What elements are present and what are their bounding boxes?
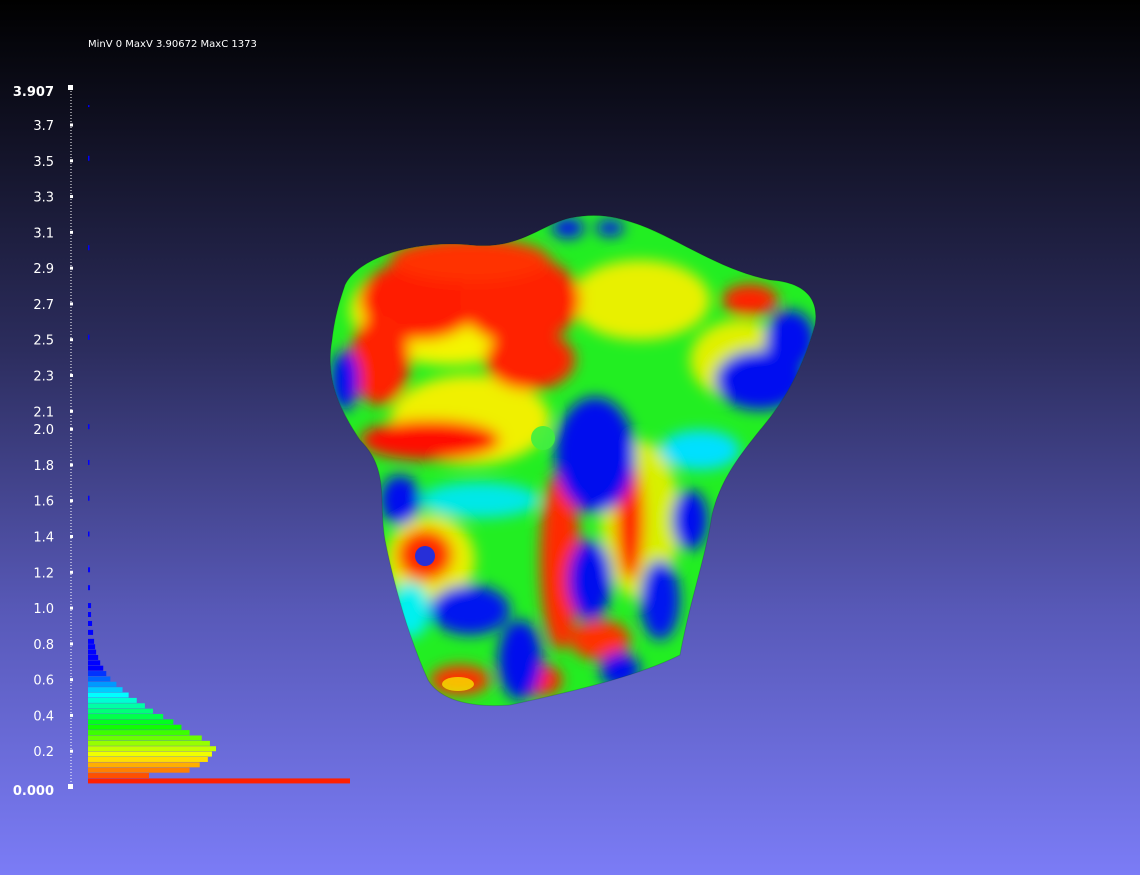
histogram-tick-mark [70, 159, 73, 163]
histogram-tick-label: 3.3 [33, 191, 54, 206]
histogram-bar [88, 778, 350, 784]
histogram-bar [88, 620, 93, 626]
histogram-tick-mark [70, 427, 73, 431]
histogram-bar [88, 671, 107, 677]
histogram-bar [88, 714, 164, 720]
histogram-tick-mark [70, 123, 73, 127]
histogram-tick-mark [70, 463, 73, 467]
histogram-ticks: 3.7 3.5 3.3 3.1 2.9 2.7 2.5 2.3 2.1 2.0 1.8 1.6 1.4 1… [33, 119, 73, 760]
histogram-bar [88, 567, 91, 573]
histogram-bar [88, 676, 111, 682]
histogram-tick-label: 0.2 [33, 745, 54, 760]
histogram-tick-label: 0.8 [33, 638, 54, 653]
histogram-bar [88, 629, 94, 635]
histogram-bar [88, 730, 190, 736]
histogram-tick-mark [70, 409, 73, 413]
histogram-tick-mark [70, 570, 73, 574]
histogram-tick-label: 3.5 [33, 155, 54, 170]
histogram-bar [88, 603, 92, 609]
histogram-tick-mark [70, 713, 73, 717]
histogram-tick-mark [70, 642, 73, 646]
histogram-bar [88, 531, 90, 537]
histogram-max-marker [68, 85, 73, 90]
histogram-bar [88, 697, 137, 703]
histogram-tick-label: 2.7 [33, 298, 54, 313]
histogram-bar [88, 762, 200, 768]
histogram-bar [88, 692, 129, 698]
histogram-bar [88, 687, 123, 693]
histogram-bar [88, 719, 174, 725]
histogram-max-label: 3.907 [13, 85, 54, 100]
histogram-tick-label: 2.3 [33, 369, 54, 384]
histogram-tick-label: 1.6 [33, 495, 54, 510]
histogram-tick-mark [70, 373, 73, 377]
histogram-bar [88, 703, 145, 709]
histogram-bar [88, 660, 101, 666]
histogram-bar [88, 459, 90, 465]
histogram-tick-label: 3.1 [33, 226, 54, 241]
histogram-bar [88, 245, 90, 251]
histogram-bar [88, 155, 90, 161]
histogram-bar [88, 681, 117, 687]
histogram-min-marker [68, 784, 73, 789]
histogram-tick-label: 1.0 [33, 602, 54, 617]
histogram-bar [88, 585, 91, 591]
histogram-tick-label: 1.2 [33, 566, 54, 581]
histogram-bars [88, 105, 350, 784]
histogram-min-label: 0.000 [13, 784, 54, 799]
histogram-bar [88, 105, 90, 108]
histogram-tick-label: 0.4 [33, 709, 54, 724]
histogram-tick-mark [70, 749, 73, 753]
histogram-bar [88, 735, 202, 741]
histogram-bar [88, 638, 95, 644]
histogram-tick-label: 2.9 [33, 262, 54, 277]
histogram-tick-mark [70, 499, 73, 503]
histogram-tick-label: 1.8 [33, 459, 54, 474]
histogram-tick-label: 2.5 [33, 334, 54, 349]
histogram-bar [88, 767, 190, 773]
histogram-tick-label: 3.7 [33, 119, 54, 134]
histogram-bar [88, 756, 208, 762]
quality-histogram: 3.907 0.000 3.7 3.5 3.3 3.1 2.9 2.7 2.5 2.3 2.1 2… [13, 85, 350, 799]
histogram-bar [88, 724, 182, 730]
histogram-bar [88, 773, 149, 779]
histogram-tick-label: 2.0 [33, 423, 54, 438]
histogram-tick-mark [70, 266, 73, 270]
histogram-bar [88, 708, 154, 714]
histogram-tick-mark [70, 195, 73, 199]
histogram-tick-label: 2.1 [33, 405, 54, 420]
histogram-bar [88, 746, 216, 752]
histogram-bar [88, 644, 96, 650]
histogram-tick-mark [70, 302, 73, 306]
histogram-bar [88, 665, 104, 671]
histogram-bar [88, 495, 90, 501]
histogram-bar [88, 649, 97, 655]
histogram-bar [88, 612, 92, 618]
histogram-bar [88, 740, 210, 746]
histogram-bar [88, 424, 90, 430]
histogram-bar [88, 654, 99, 660]
histogram-tick-mark [70, 678, 73, 682]
histogram-tick-label: 1.4 [33, 531, 54, 546]
histogram-tick-label: 0.6 [33, 674, 54, 689]
histogram-tick-mark [70, 606, 73, 610]
histogram-tick-mark [70, 230, 73, 234]
histogram-bar [88, 751, 212, 757]
histogram-tick-mark [70, 535, 73, 539]
histogram-tick-mark [70, 338, 73, 342]
histogram-bar [88, 334, 90, 340]
